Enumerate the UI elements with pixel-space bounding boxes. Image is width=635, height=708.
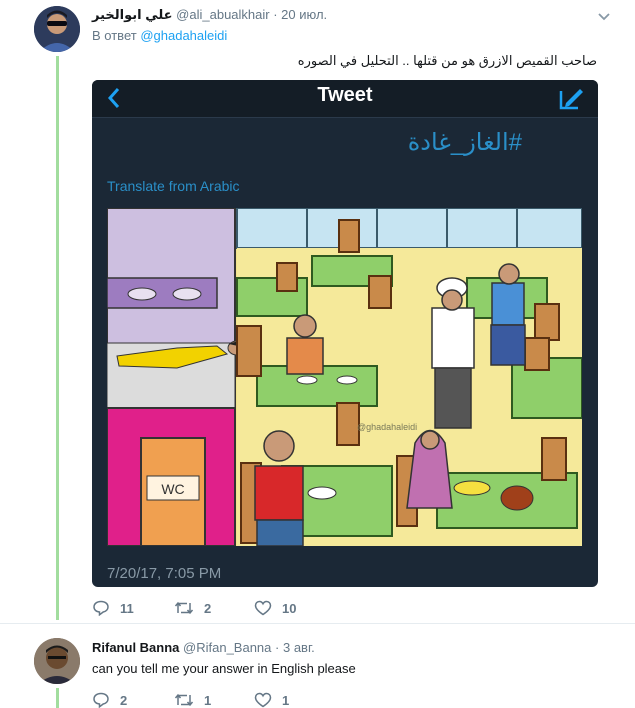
image-watermark: @ghadahaleidi [357, 422, 417, 432]
chevron-down-icon[interactable] [597, 9, 611, 23]
window-strip [236, 207, 583, 249]
media-top-bar: Tweet [92, 80, 598, 118]
tweet-date[interactable]: · 20 июл. [273, 7, 327, 22]
like-count: 10 [282, 600, 297, 616]
media-bar-title: Tweet [317, 84, 373, 106]
tweet[interactable]: علي ابوالخير @ali_abualkhair · 20 июл. В… [0, 0, 635, 622]
media-timestamp: 7/20/17, 7:05 PM [107, 565, 222, 582]
wc-sign-text: WC [161, 481, 184, 497]
reply-count: 2 [120, 692, 128, 708]
like-button[interactable]: 10 [254, 600, 296, 616]
avatar[interactable] [34, 638, 80, 684]
reply-count: 11 [120, 600, 134, 616]
retweet-icon [174, 693, 194, 707]
like-button[interactable]: 1 [254, 692, 289, 708]
reply-icon [93, 692, 109, 708]
author-handle[interactable]: @ali_abualkhair [176, 7, 269, 22]
author-handle[interactable]: @Rifan_Banna [183, 640, 271, 655]
retweet-count: 1 [204, 692, 212, 708]
retweet-icon [174, 601, 194, 615]
reply-icon [93, 600, 109, 616]
heart-icon [254, 692, 272, 708]
reply-prefix: В ответ [92, 28, 137, 43]
tweet-header: Rifanul Banna @Rifan_Banna · 3 авг. [92, 640, 315, 655]
avatar[interactable] [34, 6, 80, 52]
tweet-header: علي ابوالخير @ali_abualkhair · 20 июл. [92, 7, 327, 23]
tweet[interactable]: Rifanul Banna @Rifan_Banna · 3 авг. can … [0, 623, 635, 708]
reply-context: В ответ @ghadahaleidi [92, 28, 227, 43]
retweet-count: 2 [204, 600, 212, 616]
author-name[interactable]: Rifanul Banna [92, 640, 179, 655]
heart-icon [254, 600, 272, 616]
tweet-media-image[interactable]: Tweet #الغاز_غادة Translate from Arabic [92, 80, 598, 587]
reply-button[interactable]: 2 [92, 692, 127, 708]
media-hashtag: #الغاز_غادة [407, 129, 522, 156]
reply-mention-link[interactable]: @ghadahaleidi [140, 28, 227, 43]
compose-icon [559, 89, 583, 110]
author-name[interactable]: علي ابوالخير [92, 7, 173, 22]
tweet-date[interactable]: · 3 авг. [275, 640, 315, 655]
tweet-text: صاحب القميص الازرق هو من قتلها .. التحلي… [297, 53, 597, 68]
retweet-button[interactable]: 2 [174, 600, 211, 616]
reply-button[interactable]: 11 [92, 600, 134, 616]
restaurant-illustration: WC @ghadahaleidi [106, 207, 583, 547]
retweet-button[interactable]: 1 [174, 692, 211, 708]
tweet-text: can you tell me your answer in English p… [92, 661, 356, 676]
like-count: 1 [282, 692, 290, 708]
translate-link: Translate from Arabic [107, 178, 240, 194]
